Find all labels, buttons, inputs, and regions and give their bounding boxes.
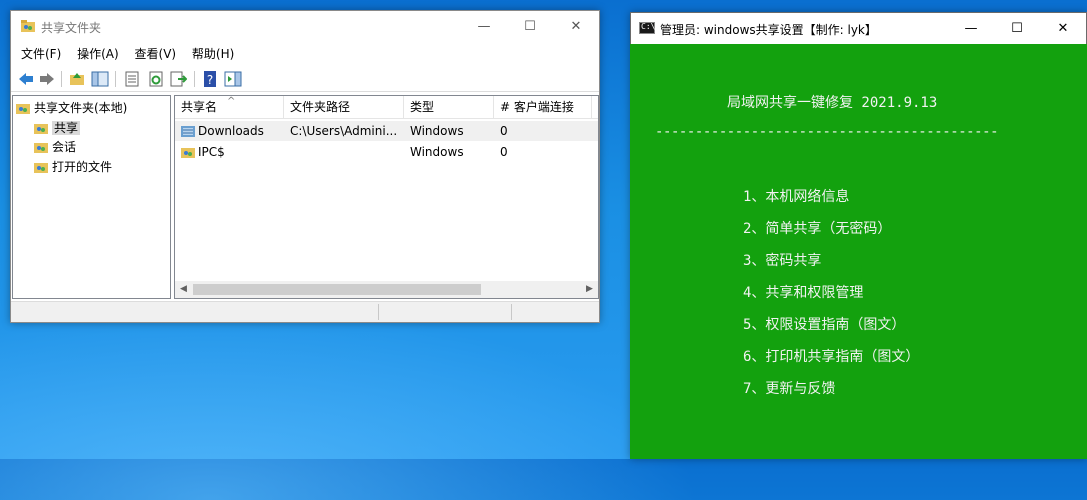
cell-folder-path: C:\Users\Admini...: [290, 124, 398, 138]
shared-folder-app-icon: [21, 20, 35, 32]
toolbar-separator: [115, 71, 116, 87]
menu-option-2: 2、简单共享（无密码）: [743, 221, 892, 237]
cell-type: Windows: [410, 124, 464, 138]
status-divider: [511, 304, 512, 320]
shared-folder-icon: [16, 104, 30, 114]
tree-item-open-files[interactable]: 打开的文件: [34, 158, 112, 176]
toolbar-separator: [194, 71, 195, 87]
menu-help[interactable]: 帮助(H): [186, 44, 240, 64]
horizontal-scrollbar[interactable]: ◀ ▶: [175, 281, 598, 298]
tree-item-shares[interactable]: 共享: [34, 119, 81, 137]
action-pane-icon[interactable]: [224, 70, 242, 88]
console-title-bar[interactable]: C:\ 管理员: windows共享设置【制作: lyk】 — ☐ ✕: [630, 12, 1087, 44]
tree-item-label: 会话: [52, 140, 77, 154]
console-title: 管理员: windows共享设置【制作: lyk】: [660, 23, 877, 37]
column-share-name[interactable]: 共享名 ^: [175, 96, 284, 118]
menu-action[interactable]: 操作(A): [71, 44, 125, 64]
properties-icon[interactable]: [123, 70, 141, 88]
minimize-button[interactable]: —: [461, 11, 507, 42]
menu-option-3: 3、密码共享: [743, 253, 822, 269]
status-bar: [11, 301, 599, 322]
column-label: 共享名: [181, 100, 218, 114]
tree-root[interactable]: 共享文件夹(本地): [16, 99, 127, 117]
shared-folders-window: 共享文件夹 — ☐ ✕ 文件(F) 操作(A) 查看(V) 帮助(H) ? 共享…: [10, 10, 600, 323]
share-name: IPC$: [198, 145, 225, 159]
toolbar: ?: [11, 67, 599, 92]
menu-option-7: 7、更新与反馈: [743, 381, 836, 397]
menu-option-6: 6、打印机共享指南（图文）: [743, 349, 920, 365]
scroll-thumb[interactable]: [193, 284, 481, 295]
tree-item-sessions[interactable]: 会话: [34, 138, 76, 156]
navigation-tree: 共享文件夹(本地) 共享 会话 打开的文件: [12, 95, 171, 299]
sort-ascending-icon: ^: [227, 96, 236, 107]
show-hide-tree-icon[interactable]: [91, 70, 109, 88]
scroll-left-icon[interactable]: ◀: [175, 281, 192, 298]
cell-clients: 0: [500, 145, 508, 159]
sessions-folder-icon: [34, 143, 48, 153]
column-type[interactable]: 类型: [404, 96, 494, 118]
export-list-icon[interactable]: [169, 70, 187, 88]
console-window: C:\ 管理员: windows共享设置【制作: lyk】 — ☐ ✕ 局域网共…: [630, 12, 1087, 459]
console-header: 局域网共享一键修复 2021.9.13: [727, 95, 938, 111]
menu-option-5: 5、权限设置指南（图文）: [743, 317, 906, 333]
console-output[interactable]: 局域网共享一键修复 2021.9.13 --------------------…: [630, 44, 1087, 459]
cell-share-name: IPC$: [175, 142, 284, 162]
column-label: # 客户端连接: [500, 100, 574, 114]
cell-share-name: Downloads: [175, 121, 284, 141]
network-share-icon: [181, 126, 195, 137]
menu-bar: 文件(F) 操作(A) 查看(V) 帮助(H): [11, 44, 599, 64]
console-divider: ----------------------------------------…: [655, 124, 999, 140]
minimize-button[interactable]: —: [948, 13, 994, 44]
help-icon[interactable]: ?: [201, 70, 219, 88]
desktop-background: [0, 300, 700, 500]
close-button[interactable]: ✕: [1040, 13, 1086, 44]
menu-file[interactable]: 文件(F): [15, 44, 67, 64]
column-client-connections[interactable]: # 客户端连接: [494, 96, 592, 118]
list-header: 共享名 ^ 文件夹路径 类型 # 客户端连接: [175, 96, 598, 119]
tree-item-label: 打开的文件: [52, 160, 113, 174]
column-label: 类型: [410, 100, 435, 114]
table-row[interactable]: IPC$ Windows 0: [175, 142, 598, 162]
maximize-button[interactable]: ☐: [994, 13, 1040, 44]
close-button[interactable]: ✕: [553, 11, 599, 42]
table-row[interactable]: Downloads C:\Users\Admini... Windows 0: [175, 121, 598, 141]
scroll-right-icon[interactable]: ▶: [581, 281, 598, 298]
back-arrow-icon[interactable]: [17, 70, 35, 88]
svg-text:?: ?: [207, 73, 213, 87]
up-folder-icon[interactable]: [68, 70, 86, 88]
shares-folder-icon: [34, 124, 48, 134]
shared-folder-icon: [181, 148, 195, 158]
column-folder-path[interactable]: 文件夹路径: [284, 96, 404, 118]
open-files-folder-icon: [34, 163, 48, 173]
cmd-icon: C:\: [639, 22, 655, 34]
shares-list: 共享名 ^ 文件夹路径 类型 # 客户端连接 Downloads C:\Users…: [174, 95, 599, 299]
menu-option-4: 4、共享和权限管理: [743, 285, 864, 301]
share-name: Downloads: [198, 124, 264, 138]
maximize-button[interactable]: ☐: [507, 11, 553, 42]
column-label: 文件夹路径: [290, 100, 351, 114]
menu-option-1: 1、本机网络信息: [743, 189, 850, 205]
title-bar[interactable]: 共享文件夹 — ☐ ✕: [11, 11, 599, 43]
toolbar-separator: [61, 71, 62, 87]
status-divider: [378, 304, 379, 320]
cell-type: Windows: [410, 145, 464, 159]
cell-clients: 0: [500, 124, 508, 138]
forward-arrow-icon[interactable]: [38, 70, 56, 88]
menu-view[interactable]: 查看(V): [129, 44, 183, 64]
tree-item-label: 共享: [52, 121, 81, 135]
refresh-icon[interactable]: [147, 70, 165, 88]
window-title: 共享文件夹: [41, 21, 102, 35]
tree-root-label: 共享文件夹(本地): [34, 101, 128, 115]
